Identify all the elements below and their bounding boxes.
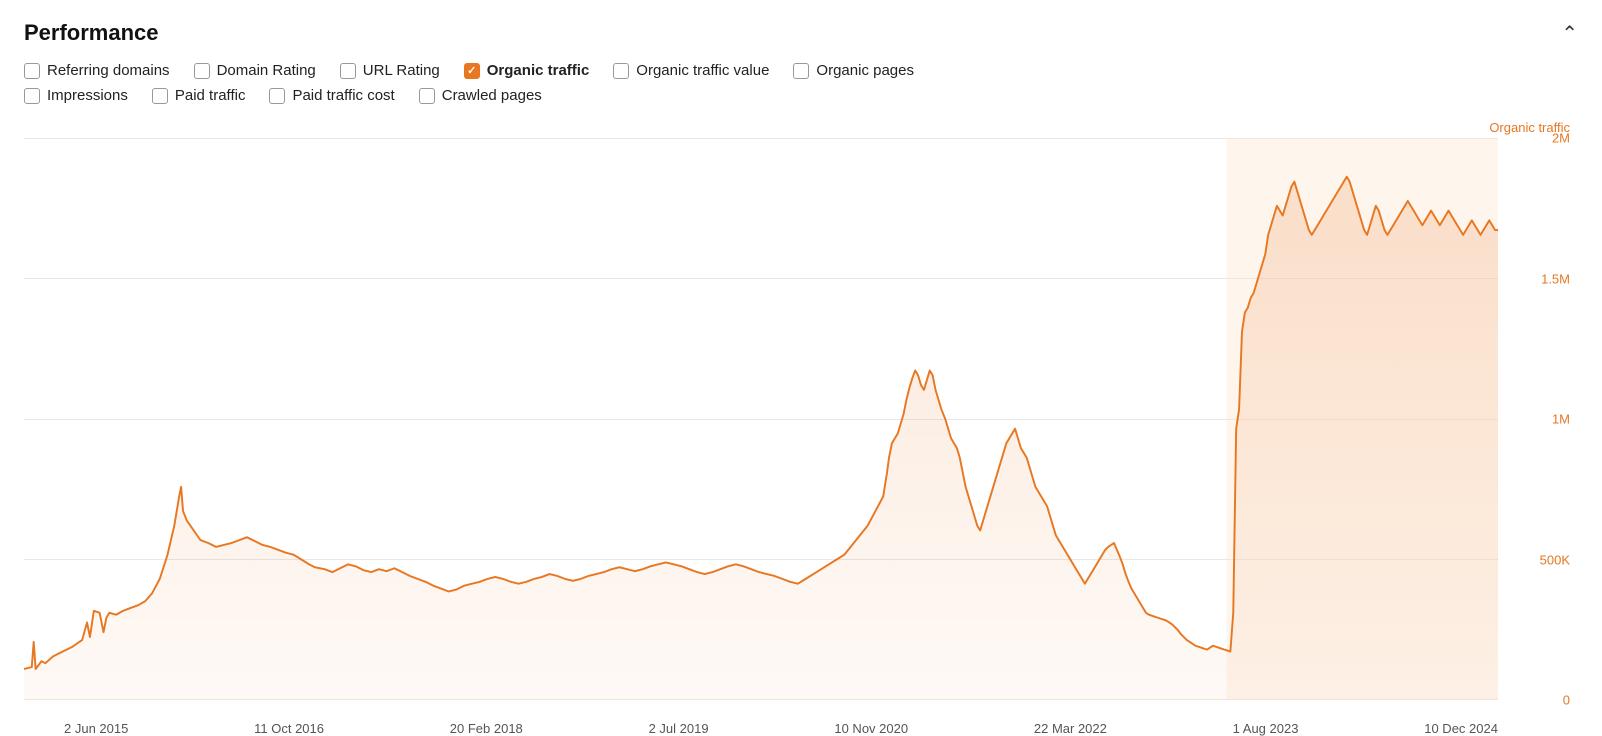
panel-header: Performance ⌃ xyxy=(24,20,1578,46)
filter-label-referring-domains: Referring domains xyxy=(47,62,170,79)
chart-fill xyxy=(24,177,1498,700)
filter-label-organic-pages: Organic pages xyxy=(816,62,914,79)
filter-referring-domains[interactable]: Referring domains xyxy=(24,62,170,79)
filter-label-url-rating: URL Rating xyxy=(363,62,440,79)
x-label-3: 2 Jul 2019 xyxy=(649,721,709,736)
x-label-6: 1 Aug 2023 xyxy=(1233,721,1299,736)
checkbox-organic-traffic[interactable] xyxy=(464,63,480,79)
y-axis-label-2m: 2M xyxy=(1552,131,1570,146)
chart-area: Organic traffic xyxy=(24,118,1578,736)
filter-row-1: Referring domains Domain Rating URL Rating… xyxy=(24,62,1578,79)
x-label-5: 22 Mar 2022 xyxy=(1034,721,1107,736)
filter-row-2: Impressions Paid traffic Paid traffic cost… xyxy=(24,87,1578,104)
x-label-1: 11 Oct 2016 xyxy=(254,721,324,736)
filter-label-paid-traffic: Paid traffic xyxy=(175,87,246,104)
filter-label-crawled-pages: Crawled pages xyxy=(442,87,542,104)
filter-organic-traffic-value[interactable]: Organic traffic value xyxy=(613,62,769,79)
checkbox-domain-rating[interactable] xyxy=(194,63,210,79)
checkbox-organic-pages[interactable] xyxy=(793,63,809,79)
filter-label-paid-traffic-cost: Paid traffic cost xyxy=(292,87,394,104)
filter-paid-traffic-cost[interactable]: Paid traffic cost xyxy=(269,87,394,104)
filter-label-organic-traffic-value: Organic traffic value xyxy=(636,62,769,79)
filter-url-rating[interactable]: URL Rating xyxy=(340,62,440,79)
checkbox-referring-domains[interactable] xyxy=(24,63,40,79)
panel-title: Performance xyxy=(24,20,159,46)
y-axis-label-500k: 500K xyxy=(1540,552,1570,567)
filter-organic-traffic[interactable]: Organic traffic xyxy=(464,62,590,79)
collapse-icon[interactable]: ⌃ xyxy=(1561,21,1578,46)
y-axis-label-0: 0 xyxy=(1563,693,1570,708)
y-axis-label-1m: 1M xyxy=(1552,412,1570,427)
checkbox-crawled-pages[interactable] xyxy=(419,88,435,104)
x-axis-labels: 2 Jun 2015 11 Oct 2016 20 Feb 2018 2 Jul 20… xyxy=(64,721,1498,736)
filter-impressions[interactable]: Impressions xyxy=(24,87,128,104)
x-label-7: 10 Dec 2024 xyxy=(1424,721,1498,736)
filter-crawled-pages[interactable]: Crawled pages xyxy=(419,87,542,104)
filter-label-domain-rating: Domain Rating xyxy=(217,62,316,79)
checkbox-impressions[interactable] xyxy=(24,88,40,104)
filter-label-organic-traffic: Organic traffic xyxy=(487,62,590,79)
chart-wrapper: Organic traffic xyxy=(24,118,1578,736)
filter-domain-rating[interactable]: Domain Rating xyxy=(194,62,316,79)
filter-label-impressions: Impressions xyxy=(47,87,128,104)
checkbox-organic-traffic-value[interactable] xyxy=(613,63,629,79)
performance-panel: Performance ⌃ Referring domains Domain Ra… xyxy=(0,0,1602,736)
y-axis-label-1-5m: 1.5M xyxy=(1541,271,1570,286)
chart-svg xyxy=(24,138,1498,700)
filter-controls: Referring domains Domain Rating URL Rating… xyxy=(24,62,1578,104)
x-label-4: 10 Nov 2020 xyxy=(834,721,908,736)
filter-organic-pages[interactable]: Organic pages xyxy=(793,62,914,79)
x-label-0: 2 Jun 2015 xyxy=(64,721,128,736)
checkbox-paid-traffic[interactable] xyxy=(152,88,168,104)
checkbox-paid-traffic-cost[interactable] xyxy=(269,88,285,104)
filter-paid-traffic[interactable]: Paid traffic xyxy=(152,87,246,104)
checkbox-url-rating[interactable] xyxy=(340,63,356,79)
x-label-2: 20 Feb 2018 xyxy=(450,721,523,736)
